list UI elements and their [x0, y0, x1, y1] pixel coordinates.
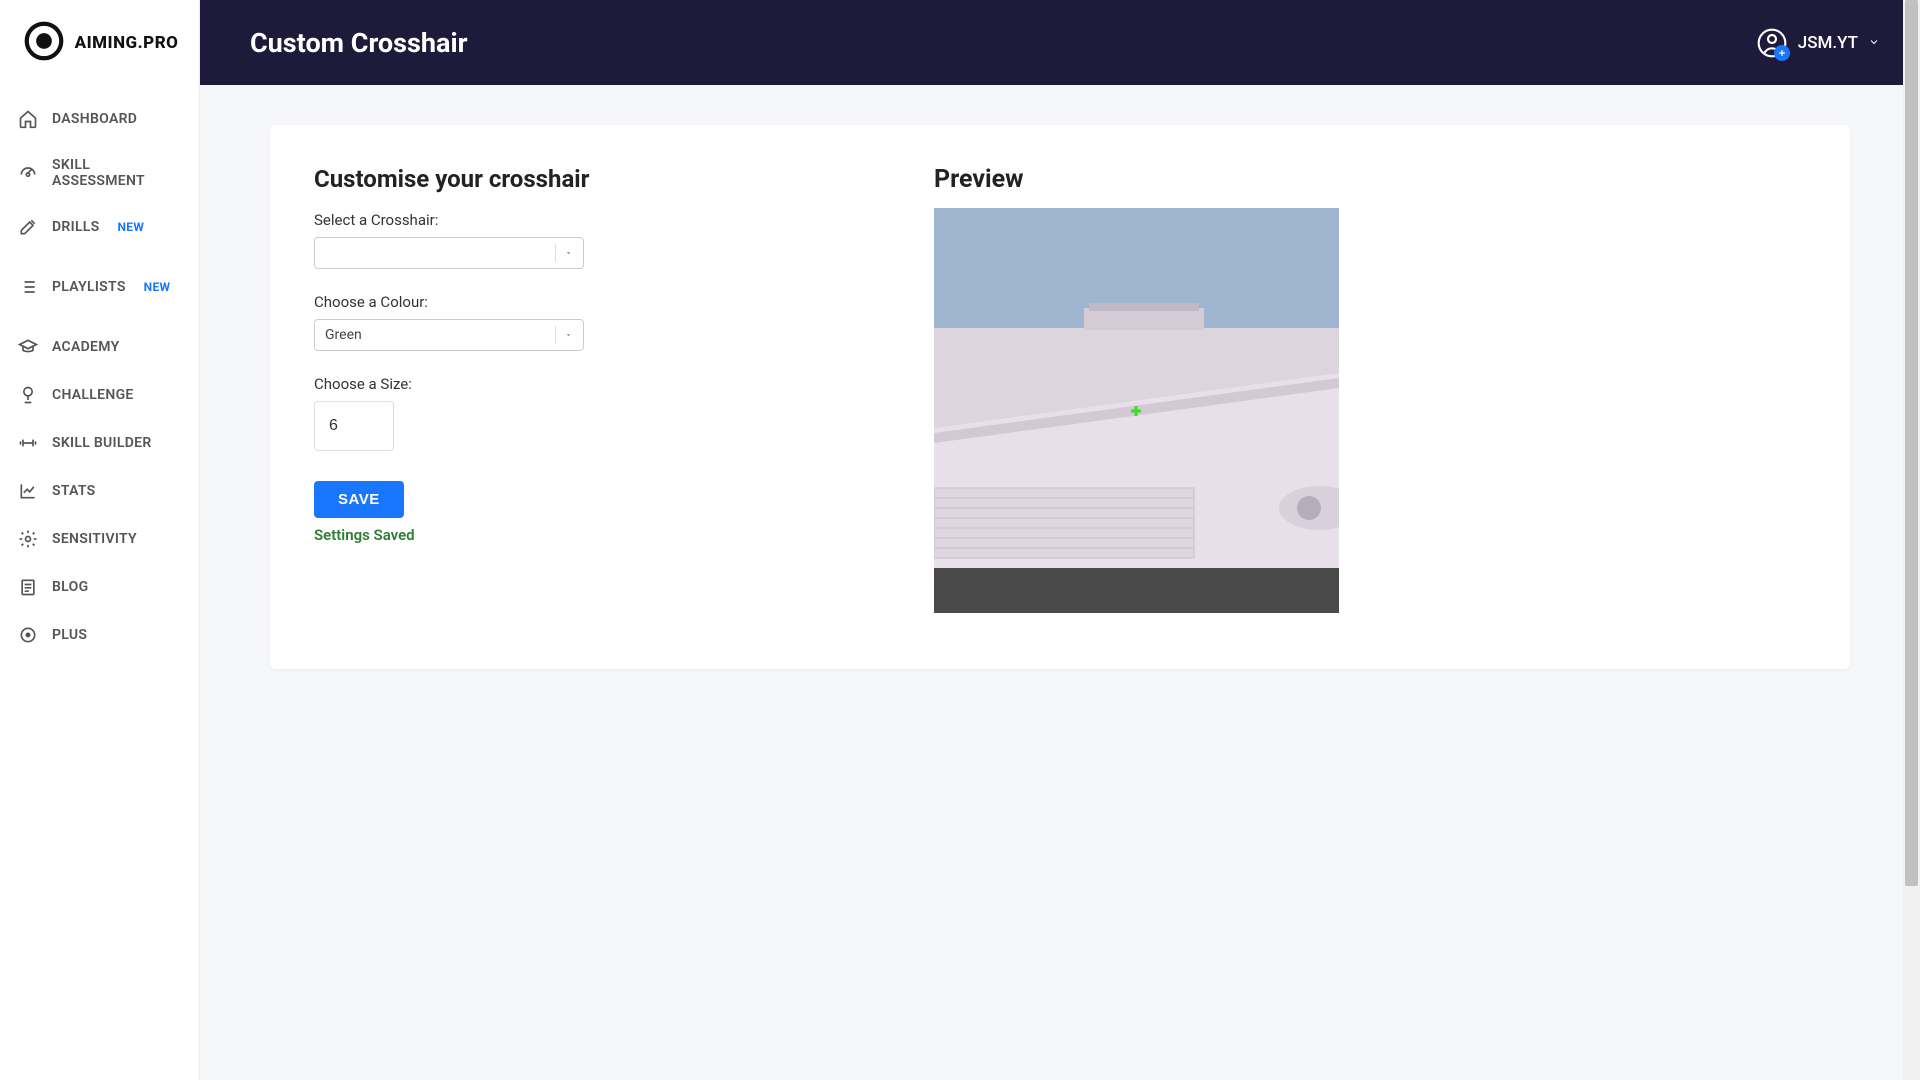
gear-icon [18, 529, 38, 549]
settings-card: Customise your crosshair Select a Crossh… [270, 125, 1850, 669]
logo-text: AIMING.PRO [75, 33, 179, 53]
target-icon [18, 625, 38, 645]
nav-label: PLAYLISTS [52, 279, 126, 295]
nav-label: SKILL ASSESSMENT [52, 157, 181, 189]
nav-label: SENSITIVITY [52, 531, 137, 547]
home-icon [18, 109, 38, 129]
preview-scene [934, 208, 1339, 613]
nav-blog[interactable]: BLOG [0, 563, 199, 611]
chevron-down-icon [1868, 33, 1880, 53]
scrollbar[interactable] [1903, 0, 1920, 1080]
gauge-icon [18, 163, 38, 183]
logo[interactable]: AIMING.PRO [0, 0, 199, 85]
chart-icon [18, 481, 38, 501]
form-heading: Customise your crosshair [314, 165, 814, 193]
main: Custom Crosshair JSM.YT [200, 0, 1920, 1080]
new-badge: NEW [118, 220, 145, 234]
preview-viewport [934, 208, 1339, 613]
status-text: Settings Saved [314, 526, 814, 544]
save-button[interactable]: SAVE [314, 481, 404, 518]
tools-icon [18, 217, 38, 237]
crosshair-select[interactable] [314, 237, 584, 269]
nav-skill-builder[interactable]: SKILL BUILDER [0, 419, 199, 467]
colour-label: Choose a Colour: [314, 293, 814, 311]
nav-label: PLUS [52, 627, 87, 643]
nav-academy[interactable]: ACADEMY [0, 323, 199, 371]
sidebar: AIMING.PRO DASHBOARD SKILL ASSESSMENT [0, 0, 200, 1080]
page-title: Custom Crosshair [250, 27, 468, 59]
new-badge: NEW [144, 280, 171, 294]
chevron-down-icon [555, 326, 573, 344]
topbar: Custom Crosshair JSM.YT [200, 0, 1920, 85]
list-icon [18, 277, 38, 297]
nav-label: DRILLS [52, 219, 100, 235]
target-logo-icon [21, 18, 67, 68]
document-icon [18, 577, 38, 597]
size-label: Choose a Size: [314, 375, 814, 393]
user-name: JSM.YT [1798, 33, 1858, 53]
nav-label: STATS [52, 483, 96, 499]
user-menu[interactable]: JSM.YT [1756, 27, 1880, 59]
nav-label: CHALLENGE [52, 387, 134, 403]
nav-stats[interactable]: STATS [0, 467, 199, 515]
nav-sensitivity[interactable]: SENSITIVITY [0, 515, 199, 563]
crosshair-label: Select a Crosshair: [314, 211, 814, 229]
trophy-icon [18, 385, 38, 405]
colour-value: Green [325, 327, 362, 343]
preview-heading: Preview [934, 165, 1339, 194]
nav-dashboard[interactable]: DASHBOARD [0, 95, 199, 143]
nav-label: BLOG [52, 579, 88, 595]
nav-drills[interactable]: DRILLS NEW [0, 203, 199, 251]
plus-badge-icon [1774, 45, 1790, 61]
chevron-down-icon [555, 244, 573, 262]
nav-label: DASHBOARD [52, 111, 137, 127]
preview-column: Preview [934, 165, 1339, 613]
content: Customise your crosshair Select a Crossh… [200, 85, 1920, 1080]
barbell-icon [18, 433, 38, 453]
nav-plus[interactable]: PLUS [0, 611, 199, 659]
grad-cap-icon [18, 337, 38, 357]
colour-select[interactable]: Green [314, 319, 584, 351]
nav-label: SKILL BUILDER [52, 435, 152, 451]
nav-skill-assessment[interactable]: SKILL ASSESSMENT [0, 143, 199, 203]
nav-challenge[interactable]: CHALLENGE [0, 371, 199, 419]
form-column: Customise your crosshair Select a Crossh… [314, 165, 814, 613]
scrollbar-thumb[interactable] [1905, 0, 1918, 886]
avatar [1756, 27, 1788, 59]
size-input[interactable] [314, 401, 394, 451]
nav-label: ACADEMY [52, 339, 120, 355]
nav-playlists[interactable]: PLAYLISTS NEW [0, 263, 199, 311]
nav-list: DASHBOARD SKILL ASSESSMENT DRILLS NEW [0, 85, 199, 669]
